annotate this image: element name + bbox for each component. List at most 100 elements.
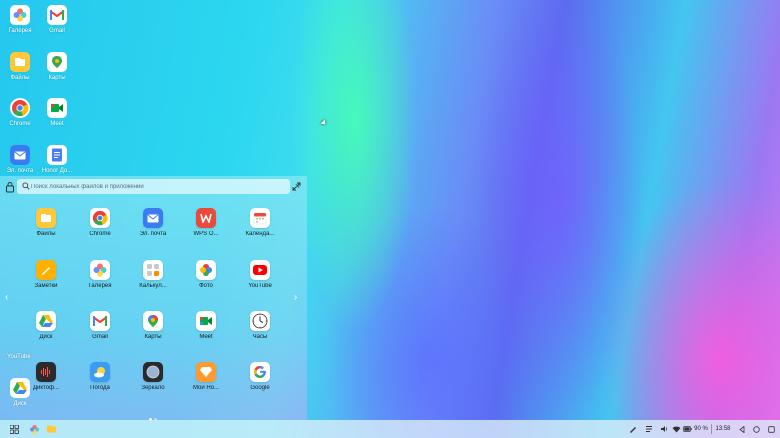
app-label: Фото (199, 283, 213, 289)
drive-icon (36, 311, 56, 331)
gmail-icon (47, 5, 67, 25)
email-icon (10, 145, 30, 165)
email-icon (143, 208, 163, 228)
files-icon (36, 208, 56, 228)
desktop-icon-email[interactable]: Эл. почта (2, 145, 38, 174)
desktop-icon-chrome[interactable]: Chrome (2, 98, 38, 127)
app-label: Chrome (89, 231, 111, 237)
desktop-icon-label: Honor До... (41, 168, 73, 174)
clock-icon (250, 311, 270, 331)
mouse-cursor-icon (320, 119, 328, 127)
app-maps[interactable]: Карты (133, 311, 173, 340)
my-honor-icon (196, 362, 216, 382)
app-label: YouTube (248, 283, 272, 289)
mirror-icon (143, 362, 163, 382)
app-drive[interactable]: Диск (26, 311, 66, 340)
app-label: Зеркало (141, 385, 165, 391)
taskbar-gallery-icon[interactable] (28, 423, 40, 435)
app-label: Карты (144, 334, 162, 340)
taskbar-divider (711, 424, 712, 434)
app-meet[interactable]: Meet (186, 311, 226, 340)
app-my-honor[interactable]: Мой Но... (186, 362, 226, 391)
app-youtube[interactable]: YouTube (240, 260, 280, 289)
app-google[interactable]: Google (240, 362, 280, 391)
recents-icon[interactable] (766, 423, 776, 435)
app-mirror[interactable]: Зеркало (133, 362, 173, 391)
expand-icon[interactable] (292, 182, 301, 191)
app-email[interactable]: Эл. почта (133, 208, 173, 237)
app-gallery[interactable]: Галерея (80, 260, 120, 289)
prev-page-chevron-icon[interactable]: ‹ (5, 292, 8, 303)
desktop-icon-label: Chrome (9, 121, 31, 127)
youtube-icon (250, 260, 270, 280)
desktop-icon-drive[interactable]: Диск (2, 378, 38, 407)
app-photos[interactable]: Фото (186, 260, 226, 289)
app-launcher: × Файлы Chrome Эл. почта WP (0, 176, 307, 421)
wps-office-icon (196, 208, 216, 228)
app-label: Мой Но... (192, 385, 220, 391)
app-calculator[interactable]: Калькул... (133, 260, 173, 289)
app-weather[interactable]: Погода (80, 362, 120, 391)
desktop-icon-label: Галерея (8, 28, 32, 34)
chrome-icon (10, 98, 30, 118)
search-box[interactable]: × (17, 179, 300, 194)
app-label: Gmail (92, 334, 108, 340)
app-clock[interactable]: Часы (240, 311, 280, 340)
app-chrome[interactable]: Chrome (80, 208, 120, 237)
docs-icon (47, 145, 67, 165)
app-gmail[interactable]: Gmail (80, 311, 120, 340)
desktop-icon-maps[interactable]: Карты (39, 52, 75, 81)
launcher-search-row: × (0, 178, 307, 196)
google-icon (250, 362, 270, 382)
gallery-icon (10, 5, 30, 25)
desktop-icon-files[interactable]: Файлы (2, 52, 38, 81)
calculator-icon (143, 260, 163, 280)
maps-icon (47, 52, 67, 72)
app-files[interactable]: Файлы (26, 208, 66, 237)
taskbar-files-icon[interactable] (45, 423, 57, 435)
maps-icon (143, 311, 163, 331)
wifi-icon[interactable] (671, 423, 681, 435)
app-label: Google (250, 385, 270, 391)
search-input[interactable] (31, 180, 281, 193)
lock-icon[interactable] (5, 181, 15, 193)
search-icon (22, 182, 30, 190)
notification-icon[interactable] (644, 423, 654, 435)
chrome-icon (90, 208, 110, 228)
app-label: Часы (252, 334, 268, 340)
desktop-icon-label: Gmail (49, 28, 65, 34)
next-page-chevron-icon[interactable]: › (294, 292, 297, 303)
app-label: Калькул... (139, 283, 167, 289)
app-drawer-grid-icon[interactable] (8, 423, 20, 435)
desktop-icon-gallery[interactable]: Галерея (2, 5, 38, 34)
app-label: WPS O... (193, 231, 219, 237)
back-icon[interactable] (737, 423, 747, 435)
app-label: Файлы (36, 231, 56, 237)
desktop-icon-label: Файлы (10, 75, 30, 81)
desktop-icon-meet[interactable]: Meet (39, 98, 75, 127)
battery-percent: 90 % (694, 426, 708, 432)
files-icon (10, 52, 30, 72)
pen-icon[interactable] (628, 423, 638, 435)
volume-icon[interactable] (659, 423, 669, 435)
battery-icon (682, 423, 692, 435)
recorder-icon (36, 362, 56, 382)
app-label: Календа... (245, 231, 275, 237)
weather-icon (90, 362, 110, 382)
app-notes[interactable]: Заметки (26, 260, 66, 289)
desktop-icon-docs[interactable]: Honor До... (39, 145, 75, 174)
app-wps-office[interactable]: WPS O... (186, 208, 226, 237)
app-label: Meet (199, 334, 213, 340)
desktop-icon-label: Карты (48, 75, 66, 81)
desktop-label-youtube[interactable]: YouTube (7, 354, 31, 360)
app-label: Эл. почта (139, 231, 167, 237)
app-calendar[interactable]: Календа... (240, 208, 280, 237)
photos-icon (196, 260, 216, 280)
desktop-icon-gmail[interactable]: Gmail (39, 5, 75, 34)
desktop-icon-label: Meet (50, 121, 64, 127)
app-label: Галерея (88, 283, 112, 289)
gmail-icon (90, 311, 110, 331)
home-icon[interactable] (751, 423, 761, 435)
desktop-icon-label: Диск (13, 401, 27, 407)
clock-time[interactable]: 13:58 (713, 423, 733, 435)
